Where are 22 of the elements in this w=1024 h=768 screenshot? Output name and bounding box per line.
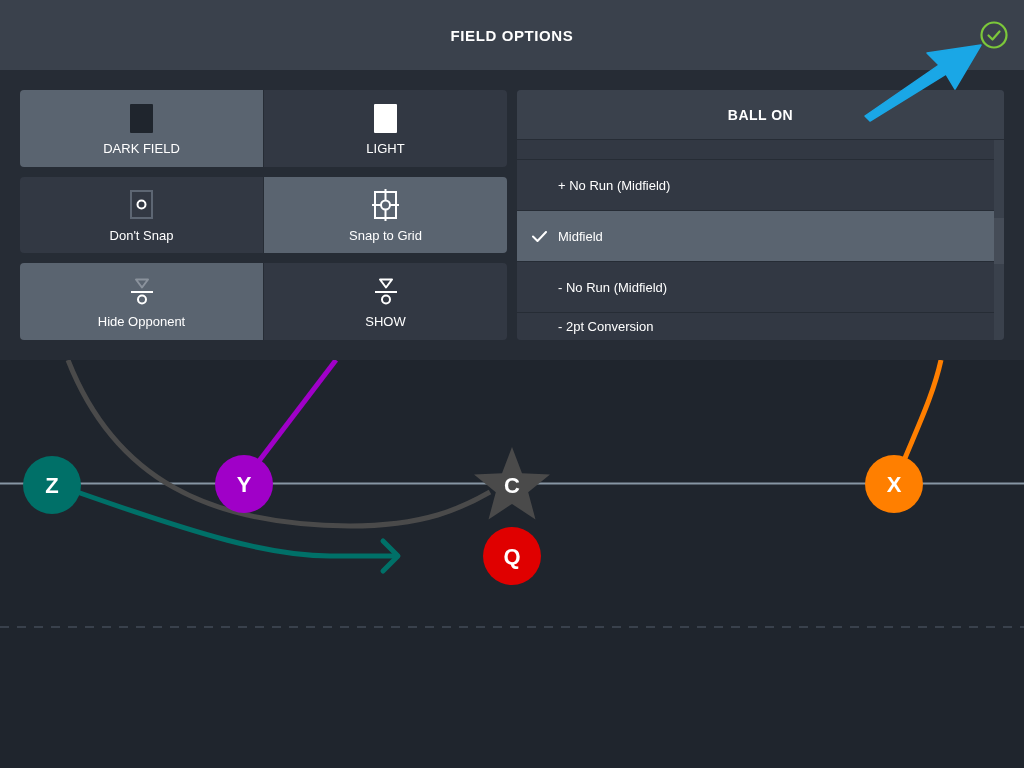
option-button[interactable]: DARK FIELD	[20, 90, 263, 167]
player-star[interactable]: C	[474, 447, 550, 520]
triangle-circle-icon	[130, 277, 153, 305]
option-button[interactable]: Hide Opponent	[20, 263, 263, 340]
player-token[interactable]: Z	[23, 456, 81, 514]
scrollbar[interactable]	[994, 140, 1004, 340]
crosshair-icon	[372, 188, 399, 221]
player-token[interactable]: Y	[215, 455, 273, 513]
option-button[interactable]: LIGHT	[264, 90, 507, 167]
panel-title: BALL ON	[727, 106, 794, 123]
window-title: FIELD OPTIONS	[450, 26, 574, 44]
check-icon	[532, 230, 547, 242]
option-button[interactable]: Snap to Grid	[264, 176, 507, 254]
field-swatch-icon	[374, 103, 397, 133]
field-swatch-icon	[130, 103, 153, 133]
list-item[interactable]: Midfield	[517, 211, 994, 262]
confirm-button[interactable]	[979, 20, 1009, 50]
check-circle-icon	[980, 21, 1008, 49]
triangle-circle-icon	[374, 277, 397, 305]
option-button[interactable]: SHOW	[264, 263, 507, 340]
player-token[interactable]: Q	[483, 527, 541, 585]
option-button[interactable]: Don't Snap	[20, 176, 263, 254]
